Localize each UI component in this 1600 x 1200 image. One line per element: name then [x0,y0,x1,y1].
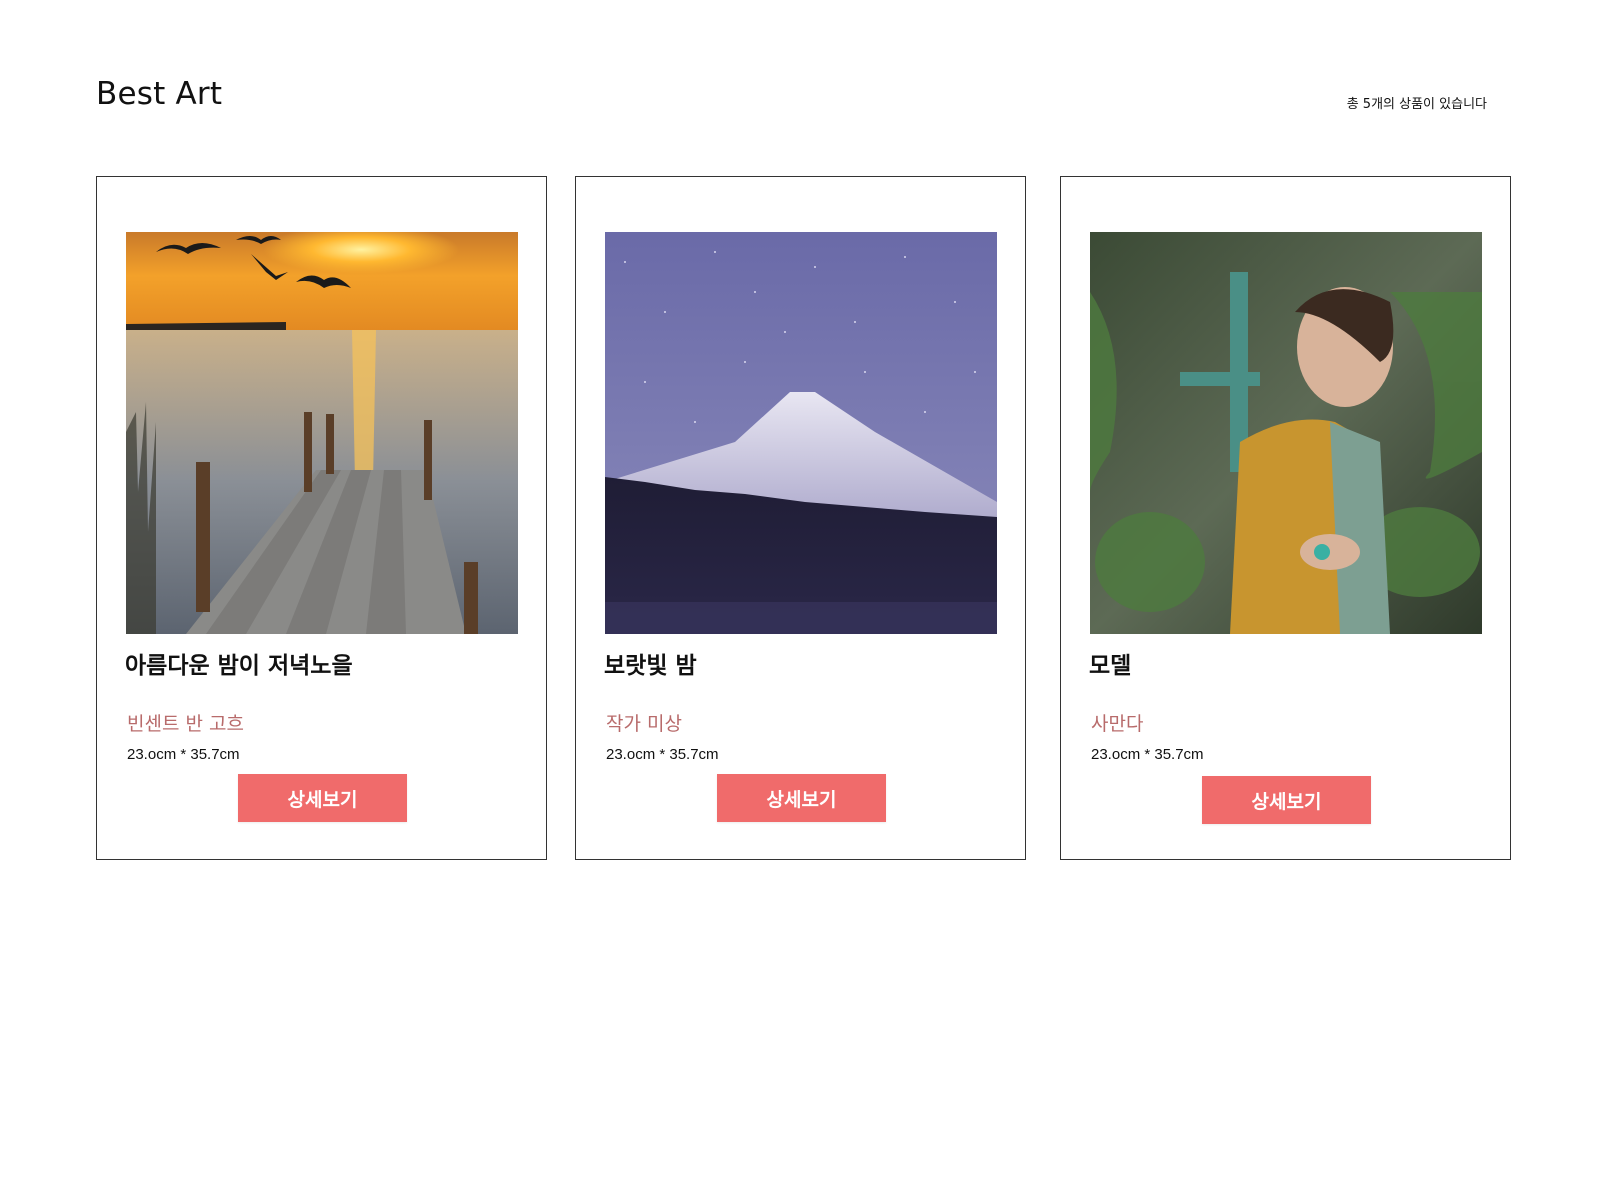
artwork-title: 아름다운 밤이 저녁노을 [125,653,353,679]
detail-button[interactable]: 상세보기 [238,774,407,822]
detail-button[interactable]: 상세보기 [717,774,886,822]
artwork-size: 23.ocm * 35.7cm [127,746,240,763]
product-count: 총 5개의 상품이 있습니다 [1346,97,1487,112]
art-card: 보랏빛 밤 작가 미상 23.ocm * 35.7cm 상세보기 [575,176,1026,860]
artist-name: 빈센트 반 고흐 [127,713,244,735]
artwork-size: 23.ocm * 35.7cm [606,746,719,763]
art-card: 아름다운 밤이 저녁노을 빈센트 반 고흐 23.ocm * 35.7cm 상세… [96,176,547,860]
detail-button[interactable]: 상세보기 [1202,776,1371,824]
artist-name: 사만다 [1091,713,1144,735]
artwork-size: 23.ocm * 35.7cm [1091,746,1204,763]
artwork-title: 모델 [1089,653,1132,679]
artwork-image[interactable] [126,232,518,634]
artwork-title: 보랏빛 밤 [604,653,697,679]
artist-name: 작가 미상 [606,713,682,735]
artwork-image[interactable] [1090,232,1482,634]
page-title: Best Art [96,76,223,112]
artwork-image[interactable] [605,232,997,634]
art-card: 모델 사만다 23.ocm * 35.7cm 상세보기 [1060,176,1511,860]
